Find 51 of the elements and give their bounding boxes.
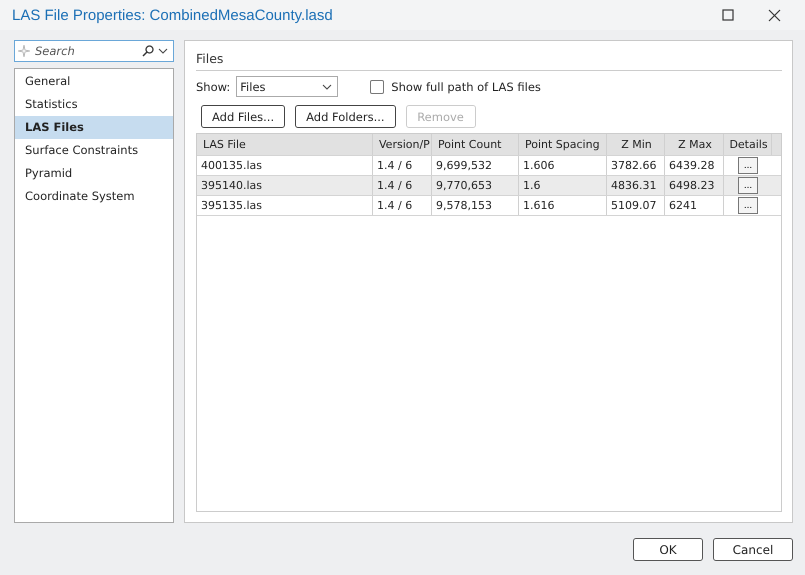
table-cell: 4836.31 — [607, 176, 665, 195]
sidebar-item[interactable]: Pyramid — [15, 162, 173, 185]
table-cell: 3782.66 — [607, 156, 665, 175]
table-cell: 9,770,653 — [432, 176, 519, 195]
table-cell: 1.4 / 6 — [373, 176, 432, 195]
table-cell: 1.4 / 6 — [373, 156, 432, 175]
table-cell: 9,578,153 — [432, 196, 519, 215]
table-cell: 1.616 — [519, 196, 607, 215]
table-cell: 1.4 / 6 — [373, 196, 432, 215]
table-cell: 400135.las — [197, 156, 373, 175]
checkbox[interactable] — [370, 80, 384, 94]
table-cell: 6498.23 — [665, 176, 724, 195]
checkbox-label: Show full path of LAS files — [391, 80, 541, 94]
table-cell: 6439.28 — [665, 156, 724, 175]
sidebar-item[interactable]: Coordinate System — [15, 185, 173, 208]
sidebar-item[interactable]: Statistics — [15, 93, 173, 116]
table-cell: 6241 — [665, 196, 724, 215]
details-button[interactable]: ... — [738, 177, 758, 194]
table-cell: 395140.las — [197, 176, 373, 195]
column-header[interactable]: LAS File — [197, 134, 373, 155]
column-header[interactable]: Details — [724, 134, 772, 155]
search-field[interactable]: Search — [14, 40, 174, 62]
column-header[interactable]: Point Count — [432, 134, 519, 155]
show-dropdown[interactable]: Files — [236, 76, 338, 97]
section-heading: Files — [196, 51, 224, 66]
show-label: Show: — [196, 80, 230, 94]
column-header[interactable]: Z Max — [665, 134, 724, 155]
table-cell: 9,699,532 — [432, 156, 519, 175]
action-button[interactable]: Add Files... — [201, 105, 286, 128]
table-cell: 395135.las — [197, 196, 373, 215]
sparkle-icon — [18, 45, 30, 57]
details-button[interactable]: ... — [738, 157, 758, 174]
sidebar-item[interactable]: LAS Files — [15, 116, 173, 139]
dialog-button[interactable]: Cancel — [713, 538, 793, 561]
chevron-down-icon — [322, 84, 332, 90]
table-cell: 1.606 — [519, 156, 607, 175]
column-header[interactable]: Version/P — [373, 134, 432, 155]
window-title: LAS File Properties: CombinedMesaCounty.lasd — [12, 6, 333, 24]
search-icon[interactable] — [142, 45, 154, 57]
column-header[interactable]: Z Min — [607, 134, 665, 155]
dialog-button[interactable]: OK — [633, 538, 703, 561]
details-button[interactable]: ... — [738, 197, 758, 214]
table-cell: 5109.07 — [607, 196, 665, 215]
column-header[interactable]: Point Spacing — [519, 134, 607, 155]
sidebar-item[interactable]: Surface Constraints — [15, 139, 173, 162]
maximize-icon[interactable] — [722, 9, 734, 21]
sidebar-item[interactable]: General — [15, 70, 173, 93]
close-icon[interactable] — [768, 8, 781, 22]
table-cell: 1.6 — [519, 176, 607, 195]
chevron-down-icon[interactable] — [158, 48, 168, 54]
action-button[interactable]: Add Folders... — [295, 105, 396, 128]
